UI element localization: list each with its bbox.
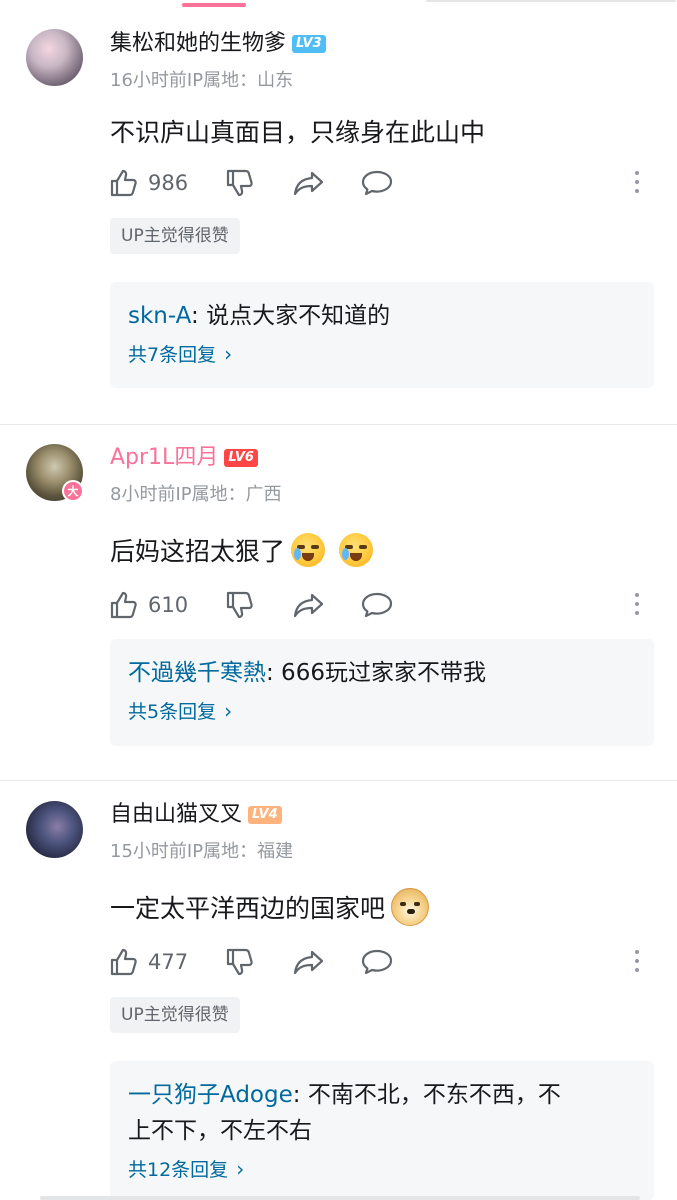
comment-divider xyxy=(0,424,677,425)
reply-line: 一只狗子Adoge: 不南不北，不东不西，不 xyxy=(128,1077,636,1113)
comment-meta: 16小时前IP属地：山东 xyxy=(110,70,294,91)
crying-laugh-emoji-icon xyxy=(291,533,326,567)
top-tab-strip xyxy=(0,0,677,10)
comment-text: 不识庐山真面目，只缘身在此山中 xyxy=(110,113,485,149)
share-button[interactable] xyxy=(292,589,326,621)
like-count: 986 xyxy=(148,171,189,195)
dislike-button[interactable] xyxy=(224,167,256,199)
like-button[interactable]: 477 xyxy=(108,946,188,978)
reply-count[interactable]: 共5条回复 xyxy=(128,697,216,724)
comment-meta: 8小时前IP属地：广西 xyxy=(110,484,282,505)
comment-text-body: 不识庐山真面目，只缘身在此山中 xyxy=(110,118,486,147)
comment-text-body: 一定太平洋西边的国家吧 xyxy=(110,894,386,923)
reply-preview[interactable]: 一只狗子Adoge: 不南不北，不东不西，不 上不下，不左不右 共12条回复 › xyxy=(110,1061,654,1200)
comment-text: 后妈这招太狠了 xyxy=(110,530,374,570)
view-replies-link[interactable]: 共12条回复 › xyxy=(128,1155,636,1182)
thumb-up-icon xyxy=(110,948,137,976)
share-icon xyxy=(293,950,324,975)
reply-button[interactable] xyxy=(360,167,394,199)
reply-text: : 不南不北，不东不西，不 xyxy=(292,1082,561,1108)
comment-icon xyxy=(361,949,393,975)
action-bar: 610 xyxy=(108,589,648,623)
reply-count[interactable]: 共12条回复 xyxy=(128,1155,228,1182)
top-divider-line xyxy=(426,0,676,2)
avatar[interactable] xyxy=(26,801,83,858)
like-count: 477 xyxy=(148,950,189,974)
chevron-right-icon: › xyxy=(224,698,233,723)
reply-line: skn-A: 说点大家不知道的 xyxy=(128,298,636,334)
username-text[interactable]: 集松和她的生物爹 xyxy=(110,30,286,58)
level-badge: LV6 xyxy=(224,449,258,467)
reply-text: : 说点大家不知道的 xyxy=(191,303,391,329)
thumb-up-icon xyxy=(110,169,137,197)
comment-text: 一定太平洋西边的国家吧 xyxy=(110,886,430,928)
comment-divider xyxy=(0,780,677,781)
more-button[interactable] xyxy=(634,593,640,619)
up-liked-tag: UP主觉得很赞 xyxy=(110,997,240,1033)
share-icon xyxy=(293,593,324,618)
thumb-up-icon xyxy=(110,591,137,619)
reply-line: 不過幾千寒熱: 666玩过家家不带我 xyxy=(128,655,636,691)
comment-text-body: 后妈这招太狠了 xyxy=(110,537,286,566)
bottom-scroll-bar xyxy=(40,1196,640,1200)
verified-badge: 大 xyxy=(62,480,84,502)
view-replies-link[interactable]: 共5条回复 › xyxy=(128,697,636,724)
action-bar: 986 xyxy=(108,167,648,201)
active-tab-indicator xyxy=(182,3,246,7)
username-text[interactable]: 自由山猫叉叉 xyxy=(110,801,242,829)
reply-preview[interactable]: skn-A: 说点大家不知道的 共7条回复 › xyxy=(110,282,654,388)
avatar[interactable] xyxy=(26,29,83,86)
doge-emoji-icon xyxy=(391,888,430,926)
username[interactable]: Apr1L四月 LV6 xyxy=(110,444,258,472)
share-button[interactable] xyxy=(292,946,326,978)
share-button[interactable] xyxy=(292,167,326,199)
up-liked-tag: UP主觉得很赞 xyxy=(110,218,240,254)
thumb-down-icon xyxy=(226,591,253,619)
share-icon xyxy=(293,171,324,196)
like-button[interactable]: 610 xyxy=(108,589,188,621)
reply-text: : 666玩过家家不带我 xyxy=(266,660,486,686)
level-badge: LV4 xyxy=(248,806,282,824)
more-button[interactable] xyxy=(634,950,640,976)
reply-count[interactable]: 共7条回复 xyxy=(128,340,216,367)
reply-line-continued: 上不下，不左不右 xyxy=(128,1118,312,1144)
thumb-down-icon xyxy=(226,169,253,197)
reply-username[interactable]: 一只狗子Adoge xyxy=(128,1082,293,1108)
more-vertical-icon xyxy=(634,950,640,972)
reply-preview[interactable]: 不過幾千寒熱: 666玩过家家不带我 共5条回复 › xyxy=(110,639,654,746)
chevron-right-icon: › xyxy=(236,1156,245,1181)
username[interactable]: 自由山猫叉叉 LV4 xyxy=(110,801,282,829)
reply-username[interactable]: 不過幾千寒熱 xyxy=(128,660,266,686)
reply-button[interactable] xyxy=(360,589,394,621)
crying-laugh-emoji-icon xyxy=(339,533,374,567)
thumb-down-icon xyxy=(226,948,253,976)
level-badge: LV3 xyxy=(292,35,326,53)
view-replies-link[interactable]: 共7条回复 › xyxy=(128,340,636,367)
like-button[interactable]: 986 xyxy=(108,167,188,199)
more-vertical-icon xyxy=(634,593,640,615)
username[interactable]: 集松和她的生物爹 LV3 xyxy=(110,30,326,58)
reply-button[interactable] xyxy=(360,946,394,978)
reply-username[interactable]: skn-A xyxy=(128,303,191,329)
like-count: 610 xyxy=(148,593,189,617)
dislike-button[interactable] xyxy=(224,946,256,978)
chevron-right-icon: › xyxy=(224,341,233,366)
comment-icon xyxy=(361,592,393,618)
more-button[interactable] xyxy=(634,171,640,197)
username-text[interactable]: Apr1L四月 xyxy=(110,444,218,472)
dislike-button[interactable] xyxy=(224,589,256,621)
comment-meta: 15小时前IP属地：福建 xyxy=(110,841,294,862)
more-vertical-icon xyxy=(634,171,640,193)
comment-icon xyxy=(361,170,393,196)
action-bar: 477 xyxy=(108,946,648,980)
